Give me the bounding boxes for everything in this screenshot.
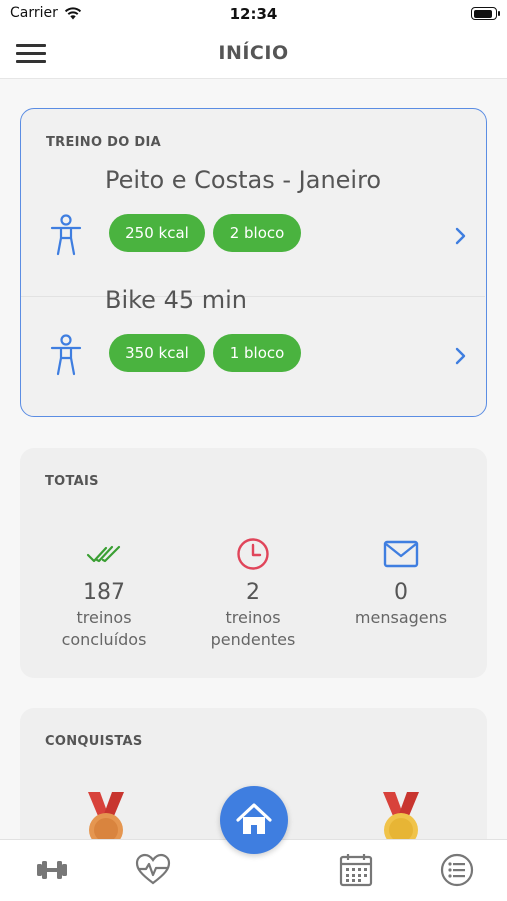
stat-label: mensagens xyxy=(326,607,476,629)
stat-messages[interactable]: 0 mensagens xyxy=(326,536,476,629)
dumbbell-icon xyxy=(37,861,67,879)
chevron-right-icon xyxy=(455,227,466,245)
stat-value: 2 xyxy=(246,580,260,605)
stat-label-line: treinos xyxy=(76,608,132,627)
calendar-icon xyxy=(339,854,373,887)
achievements-section-label: CONQUISTAS xyxy=(45,734,143,749)
workouts-section-label: TREINO DO DIA xyxy=(46,135,162,150)
workout-title: Bike 45 min xyxy=(105,286,247,314)
workouts-card: TREINO DO DIA Peito e Costas - Janeiro 2… xyxy=(20,108,487,417)
clock-icon xyxy=(237,538,269,570)
tab-health[interactable] xyxy=(133,850,173,890)
person-icon xyxy=(50,214,82,256)
person-icon xyxy=(50,334,82,376)
home-icon xyxy=(236,803,272,834)
header: INÍCIO xyxy=(0,28,507,79)
stat-label: treinos pendentes xyxy=(178,607,328,651)
clock: 12:34 xyxy=(229,5,278,23)
stat-completed[interactable]: 187 treinos concluídos xyxy=(29,536,179,651)
stat-label: treinos concluídos xyxy=(29,607,179,651)
mail-icon xyxy=(383,540,419,568)
tab-list[interactable] xyxy=(437,850,477,890)
totals-card: TOTAIS 187 treinos concluídos 2 treinos … xyxy=(20,448,487,678)
stat-label-line: treinos xyxy=(225,608,281,627)
tab-calendar[interactable] xyxy=(336,850,376,890)
tab-workouts[interactable] xyxy=(32,850,72,890)
stat-pending[interactable]: 2 treinos pendentes xyxy=(178,536,328,651)
double-check-icon xyxy=(86,545,121,563)
kcal-badge: 350 kcal xyxy=(109,334,205,372)
blocks-badge: 1 bloco xyxy=(213,334,301,372)
battery-fill xyxy=(473,9,492,18)
workout-item[interactable]: Peito e Costas - Janeiro 250 kcal 2 bloc… xyxy=(21,166,485,286)
page-title: INÍCIO xyxy=(218,42,289,64)
blocks-badge: 2 bloco xyxy=(213,214,301,252)
stat-value: 187 xyxy=(83,580,125,605)
home-button[interactable] xyxy=(220,786,288,854)
workout-item[interactable]: Bike 45 min 350 kcal 1 bloco xyxy=(21,286,485,406)
kcal-badge: 250 kcal xyxy=(109,214,205,252)
stat-value: 0 xyxy=(394,580,408,605)
battery-icon xyxy=(471,7,500,20)
chevron-right-icon xyxy=(455,347,466,365)
home-content[interactable]: TREINO DO DIA Peito e Costas - Janeiro 2… xyxy=(0,79,507,868)
workout-title: Peito e Costas - Janeiro xyxy=(105,166,382,194)
list-icon xyxy=(440,853,474,887)
heart-pulse-icon xyxy=(135,853,171,885)
totals-section-label: TOTAIS xyxy=(45,474,99,489)
stat-label-line: pendentes xyxy=(210,630,296,649)
stat-label-line: mensagens xyxy=(354,608,448,627)
status-bar: Carrier 12:34 xyxy=(0,0,507,28)
stat-label-line: concluídos xyxy=(61,630,147,649)
